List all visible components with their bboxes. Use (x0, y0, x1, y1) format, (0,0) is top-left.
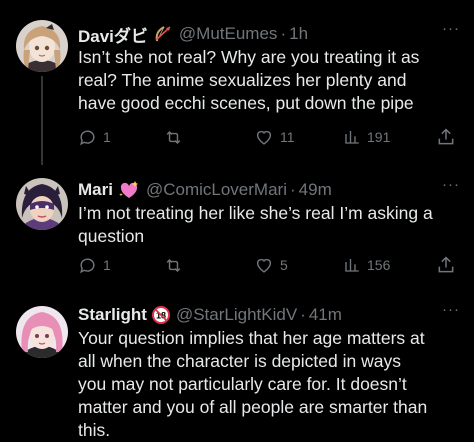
tweet-text: I’m not treating her like she’s real I’m… (78, 203, 433, 246)
tweet-body: Mari @ComicLoverMari · 49m ··· I’m not t… (78, 177, 460, 248)
like-count: 11 (280, 129, 295, 145)
reply-thread: Daviダビ @MutEumes · 1h ··· Isn’t she not … (0, 0, 474, 442)
share-icon (438, 128, 454, 145)
share-icon (438, 256, 454, 273)
heart-icon (256, 130, 272, 145)
like-button[interactable]: 11 (254, 125, 295, 149)
tweet-actions: 1 5 156 (78, 253, 460, 277)
display-name[interactable]: Daviダビ (78, 22, 148, 47)
retweet-button[interactable] (163, 125, 190, 149)
share-button[interactable] (436, 253, 456, 277)
tweet-header: Daviダビ @MutEumes · 1h ··· (78, 21, 460, 47)
reply-count: 1 (103, 129, 111, 145)
avatar[interactable] (16, 178, 68, 230)
avatar[interactable] (16, 20, 68, 72)
reply-icon (80, 129, 95, 145)
separator-dot: · (300, 305, 306, 324)
tweet-body: Daviダビ @MutEumes · 1h ··· Isn’t she not … (78, 21, 460, 115)
bar-chart-icon (345, 259, 359, 272)
sparkling-heart-emoji-icon (118, 180, 140, 200)
bow-and-arrow-emoji-icon (153, 24, 173, 44)
views-button[interactable]: 191 (343, 125, 390, 149)
reply-icon (80, 257, 95, 273)
thread-connector-line (41, 76, 43, 165)
timestamp[interactable]: 1h (289, 24, 308, 44)
tweet-header: Starlight 18 @StarLightKidV · 41m ··· (78, 302, 460, 327)
tweet[interactable]: Mari @ComicLoverMari · 49m ··· I’m not t… (0, 165, 474, 292)
bar-chart-icon (345, 131, 359, 144)
views-button[interactable]: 156 (343, 253, 390, 277)
like-count: 5 (280, 257, 288, 273)
timestamp[interactable]: 41m (309, 305, 342, 325)
like-button[interactable]: 5 (254, 253, 288, 277)
reply-button[interactable]: 1 (78, 125, 111, 149)
user-handle[interactable]: @ComicLoverMari (146, 180, 287, 200)
view-count: 156 (367, 257, 391, 273)
tweet-text: Your question implies that her age matte… (78, 328, 428, 440)
avatar[interactable] (16, 306, 68, 358)
heart-icon (256, 258, 272, 273)
user-handle[interactable]: @MutEumes (179, 24, 278, 44)
separator-dot: · (280, 24, 287, 43)
tweet-header: Mari @ComicLoverMari · 49m ··· (78, 177, 460, 202)
no-one-under-eighteen-emoji-icon: 18 (151, 306, 170, 324)
timestamp[interactable]: 49m (299, 180, 332, 200)
retweet-icon (166, 130, 181, 144)
reply-button[interactable]: 1 (78, 253, 111, 277)
tweet-body: Starlight 18 @StarLightKidV · 41m ··· Yo… (78, 302, 460, 442)
display-name[interactable]: Starlight (78, 305, 147, 325)
tweet[interactable]: Starlight 18 @StarLightKidV · 41m ··· Yo… (0, 292, 474, 442)
retweet-icon (166, 258, 181, 272)
more-options-icon[interactable]: ··· (442, 177, 460, 192)
reply-count: 1 (103, 257, 111, 273)
more-options-icon[interactable]: ··· (442, 302, 460, 317)
separator-dot: · (289, 180, 296, 199)
tweet[interactable]: Daviダビ @MutEumes · 1h ··· Isn’t she not … (0, 0, 474, 165)
display-name[interactable]: Mari (78, 180, 113, 200)
view-count: 191 (367, 129, 391, 145)
more-options-icon[interactable]: ··· (442, 21, 460, 36)
tweet-actions: 1 11 191 (78, 125, 460, 149)
share-button[interactable] (436, 125, 456, 149)
tweet-text: Isn’t she not real? Why are you treating… (78, 47, 420, 113)
retweet-button[interactable] (163, 253, 190, 277)
user-handle[interactable]: @StarLightKidV (176, 305, 297, 325)
